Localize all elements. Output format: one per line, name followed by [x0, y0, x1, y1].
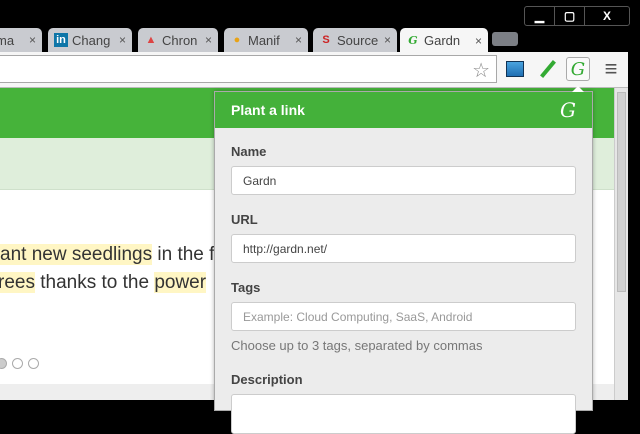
description-label: Description — [231, 372, 303, 387]
popup-header: Plant a link G — [215, 92, 592, 128]
image-extension-icon[interactable] — [503, 57, 527, 81]
toolbar: ☆ G ≡ — [0, 52, 628, 88]
tab-linkedin[interactable]: in Chang × — [48, 28, 132, 52]
eyedropper-extension-icon[interactable] — [536, 57, 560, 81]
tab-gardn[interactable]: G Gardn × — [400, 28, 488, 53]
tab-close-icon[interactable]: × — [29, 33, 36, 47]
tab-close-icon[interactable]: × — [295, 33, 302, 47]
tags-help-text: Choose up to 3 tags, separated by commas — [231, 338, 483, 353]
tab-partial[interactable]: ma × — [0, 28, 42, 52]
tab-label: ma — [0, 32, 15, 48]
bookmark-star-icon[interactable]: ☆ — [472, 58, 490, 83]
tab-chrome-store[interactable]: ▲ Chron × — [138, 28, 218, 52]
linkedin-icon: in — [54, 33, 68, 47]
tags-label: Tags — [231, 280, 261, 295]
tab-label: Manif — [248, 32, 280, 48]
close-window-button[interactable]: X — [585, 7, 629, 25]
url-input[interactable]: http://gardn.net/ — [231, 234, 576, 263]
popup-title: Plant a link — [231, 102, 305, 118]
tab-manifest[interactable]: ● Manif × — [224, 28, 308, 52]
description-textarea[interactable] — [231, 394, 576, 434]
gardn-extension-button[interactable]: G — [566, 57, 590, 81]
name-label: Name — [231, 144, 267, 159]
hero-text-line2: rees thanks to the power — [0, 272, 207, 293]
tab-close-icon[interactable]: × — [119, 33, 126, 47]
url-label: URL — [231, 212, 258, 227]
tab-close-icon[interactable]: × — [205, 33, 212, 47]
popup-caret — [572, 86, 584, 92]
window-controls: ▁ ▢ X — [524, 6, 630, 26]
source-icon: S — [322, 34, 330, 46]
chrome-icon: ● — [233, 34, 241, 46]
menu-icon[interactable]: ≡ — [599, 56, 623, 81]
maximize-button[interactable]: ▢ — [555, 7, 585, 25]
new-tab-button[interactable] — [492, 32, 518, 46]
gardn-logo-icon: G — [560, 98, 576, 122]
chrome-store-icon: ▲ — [145, 34, 157, 46]
plant-link-popup: Plant a link G Name Gardn URL http://gar… — [214, 86, 593, 434]
hero-text-line1: ant new seedlings in the f — [0, 244, 215, 265]
tab-label: Source — [337, 32, 379, 48]
minimize-button[interactable]: ▁ — [525, 7, 555, 25]
tab-label: Chron — [162, 32, 198, 48]
tab-close-icon[interactable]: × — [475, 34, 482, 48]
tab-source[interactable]: S Source × — [313, 28, 397, 52]
tab-label: Chang — [72, 32, 111, 48]
gardn-icon: G — [408, 34, 418, 47]
scrollbar[interactable] — [614, 88, 628, 400]
carousel-dots[interactable] — [0, 358, 39, 369]
tab-close-icon[interactable]: × — [384, 33, 391, 47]
name-input[interactable]: Gardn — [231, 166, 576, 195]
tags-input[interactable]: Example: Cloud Computing, SaaS, Android — [231, 302, 576, 331]
address-bar[interactable]: ☆ — [0, 55, 497, 83]
tab-label: Gardn — [424, 33, 461, 48]
